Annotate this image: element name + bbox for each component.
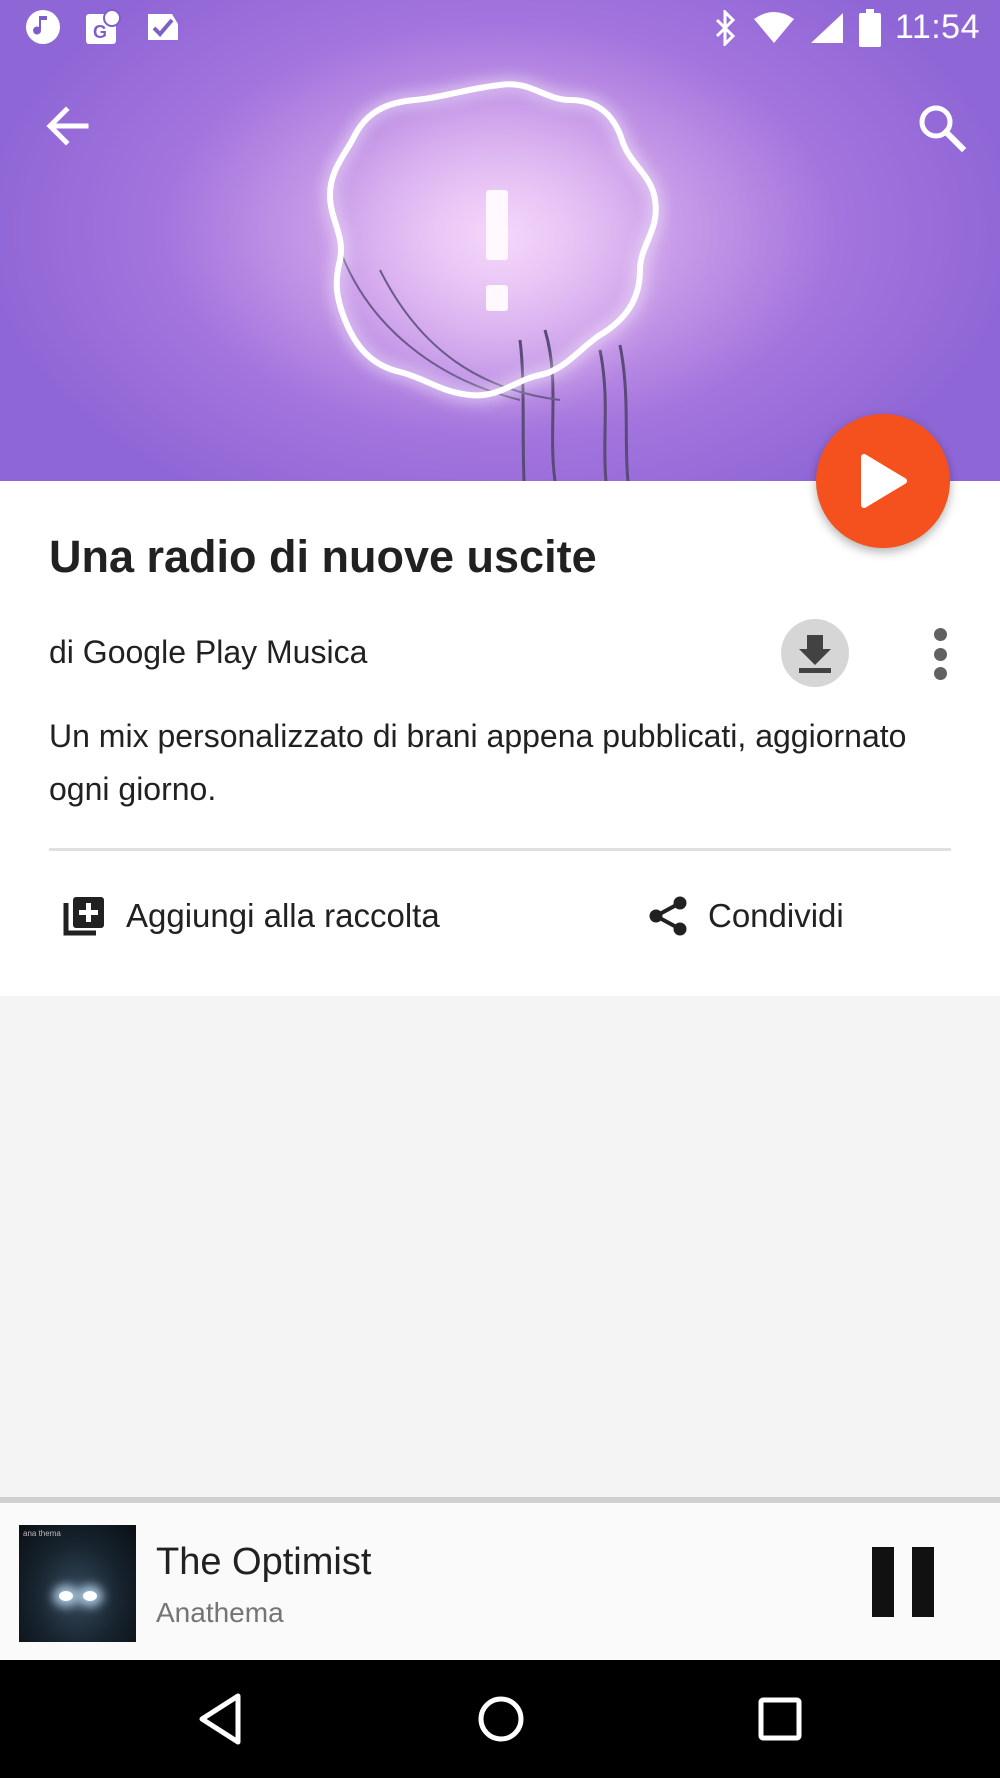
system-nav-bar: [0, 1660, 1000, 1778]
library-add-icon: [63, 897, 104, 936]
play-fab-button[interactable]: [816, 414, 950, 548]
station-byline: di Google Play Musica: [49, 634, 368, 670]
more-dot-icon: [933, 628, 947, 641]
battery-icon: [858, 8, 881, 47]
nav-home-icon[interactable]: [476, 1694, 526, 1744]
album-art-text: ana thema: [23, 1529, 61, 1538]
more-dot-icon: [933, 667, 947, 680]
status-bar: G 11:54: [0, 0, 1000, 56]
back-button[interactable]: [38, 96, 98, 156]
now-playing-bar[interactable]: [0, 1497, 1000, 1660]
music-notification-icon: [26, 10, 60, 44]
svg-text:G: G: [93, 22, 107, 42]
inbox-done-icon: [148, 14, 178, 40]
now-playing-title[interactable]: The Optimist: [156, 1541, 371, 1584]
share-icon: [649, 896, 687, 936]
share-button[interactable]: Condividi: [648, 895, 844, 937]
search-button[interactable]: [912, 98, 972, 158]
pause-bar-icon: [912, 1547, 934, 1617]
status-time: 11:54: [894, 8, 980, 46]
hero-artwork: [0, 0, 1000, 481]
station-description: Un mix personalizzato di brani appena pu…: [49, 718, 907, 807]
share-label: Condividi: [708, 897, 844, 934]
download-button[interactable]: [781, 619, 849, 687]
search-icon: [919, 105, 967, 153]
album-art-thumbnail[interactable]: ana thema: [19, 1525, 136, 1642]
pause-button[interactable]: [872, 1547, 934, 1617]
neon-sign-art: [327, 81, 659, 481]
add-to-library-label: Aggiungi alla raccolta: [126, 897, 440, 934]
album-art-light: [83, 1591, 97, 1601]
bluetooth-icon: [715, 9, 736, 46]
nav-recents-icon[interactable]: [757, 1696, 803, 1742]
maps-notification-icon: G: [86, 9, 121, 44]
signal-icon: [810, 12, 843, 43]
play-icon: [861, 454, 907, 508]
wifi-icon: [753, 11, 794, 43]
more-options-button[interactable]: [920, 622, 960, 686]
album-art-light: [59, 1591, 73, 1601]
add-to-library-button[interactable]: Aggiungi alla raccolta: [62, 895, 440, 937]
more-dot-icon: [933, 647, 947, 661]
divider: [49, 848, 951, 851]
pause-bar-icon: [872, 1547, 894, 1617]
download-icon: [799, 635, 831, 673]
station-title: Una radio di nuove uscite: [49, 531, 597, 582]
arrow-back-icon: [46, 106, 89, 146]
now-playing-artist[interactable]: Anathema: [156, 1597, 284, 1629]
nav-back-icon[interactable]: [196, 1692, 244, 1746]
